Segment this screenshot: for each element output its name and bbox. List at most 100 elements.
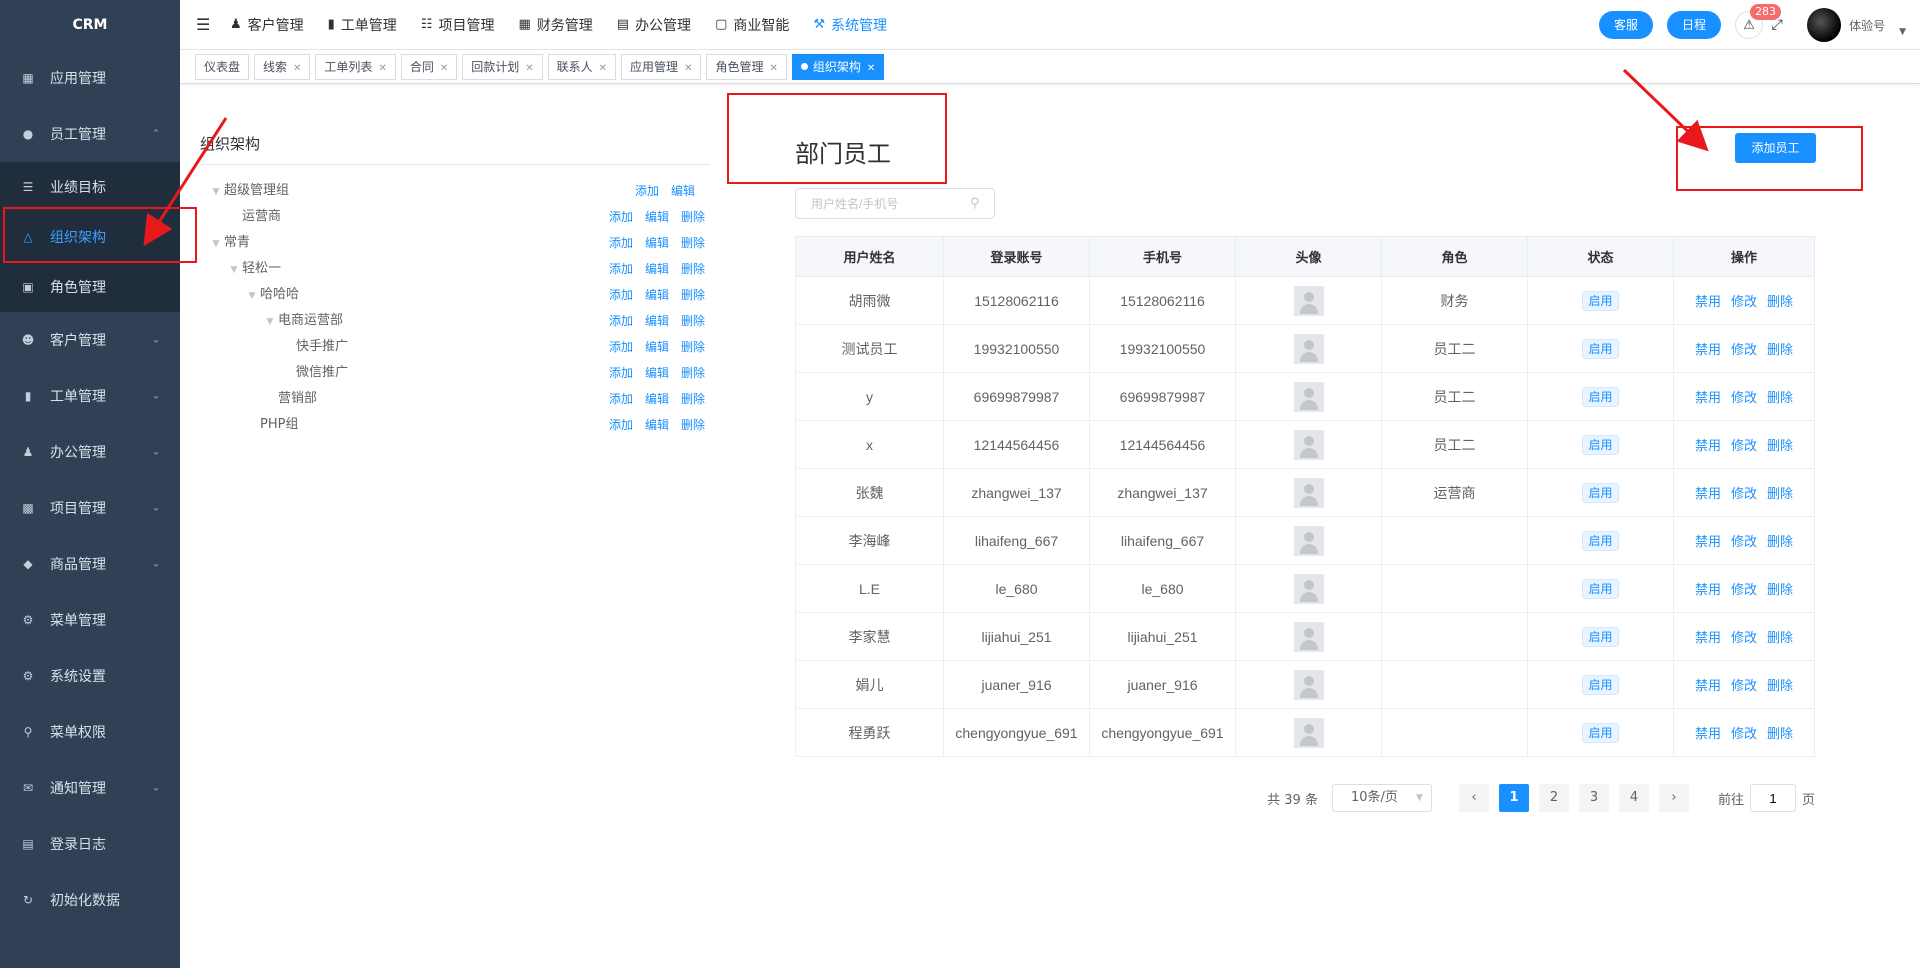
edit-link[interactable]: 修改 bbox=[1731, 390, 1757, 405]
caret-down-icon[interactable]: ▼ bbox=[262, 309, 278, 335]
disable-link[interactable]: 禁用 bbox=[1695, 390, 1721, 405]
tree-node[interactable]: ▼ 电商运营部 添加 编辑 删除 bbox=[200, 308, 705, 334]
edit-link[interactable]: 修改 bbox=[1731, 726, 1757, 741]
tree-add-link[interactable]: 添加 bbox=[609, 366, 633, 380]
topnav-bi[interactable]: ▢ 商业智能 bbox=[715, 15, 789, 35]
sidebar-item-menus[interactable]: ⚙ 菜单管理 bbox=[0, 592, 180, 648]
edit-link[interactable]: 修改 bbox=[1731, 582, 1757, 597]
edit-link[interactable]: 修改 bbox=[1731, 630, 1757, 645]
disable-link[interactable]: 禁用 bbox=[1695, 342, 1721, 357]
sidebar-item-workorders[interactable]: ▮ 工单管理 ⌄ bbox=[0, 368, 180, 424]
tag-payment-plan[interactable]: 回款计划 ✕ bbox=[462, 53, 543, 80]
tree-edit-link[interactable]: 编辑 bbox=[645, 392, 669, 406]
edit-link[interactable]: 修改 bbox=[1731, 534, 1757, 549]
topnav-workorders[interactable]: ▮ 工单管理 bbox=[328, 15, 397, 35]
edit-link[interactable]: 修改 bbox=[1731, 678, 1757, 693]
tree-delete-link[interactable]: 删除 bbox=[681, 262, 705, 276]
page-button[interactable]: 3 bbox=[1578, 784, 1609, 812]
close-icon[interactable]: ✕ bbox=[525, 63, 533, 74]
topnav-finance[interactable]: ▦ 财务管理 bbox=[518, 15, 592, 35]
close-icon[interactable]: ✕ bbox=[684, 63, 692, 74]
caret-down-icon[interactable]: ▼ bbox=[208, 231, 224, 257]
tree-edit-link[interactable]: 编辑 bbox=[645, 366, 669, 380]
edit-link[interactable]: 修改 bbox=[1731, 438, 1757, 453]
tree-delete-link[interactable]: 删除 bbox=[681, 288, 705, 302]
edit-link[interactable]: 修改 bbox=[1731, 294, 1757, 309]
tree-node[interactable]: 微信推广 添加 编辑 删除 bbox=[200, 360, 705, 386]
page-button[interactable]: 1 bbox=[1498, 784, 1529, 812]
disable-link[interactable]: 禁用 bbox=[1695, 534, 1721, 549]
tree-add-link[interactable]: 添加 bbox=[609, 314, 633, 328]
delete-link[interactable]: 删除 bbox=[1767, 582, 1793, 597]
tree-edit-link[interactable]: 编辑 bbox=[645, 314, 669, 328]
topnav-customers[interactable]: ♟ 客户管理 bbox=[230, 15, 304, 35]
edit-link[interactable]: 修改 bbox=[1731, 342, 1757, 357]
edit-link[interactable]: 修改 bbox=[1731, 486, 1757, 501]
disable-link[interactable]: 禁用 bbox=[1695, 678, 1721, 693]
sidebar-item-notices[interactable]: ✉ 通知管理 ⌄ bbox=[0, 760, 180, 816]
service-button[interactable]: 客服 bbox=[1599, 11, 1654, 39]
sidebar-item-apps[interactable]: ▦ 应用管理 bbox=[0, 50, 180, 106]
topnav-system[interactable]: ⚒ 系统管理 bbox=[813, 15, 887, 35]
tree-node[interactable]: PHP组 添加 编辑 删除 bbox=[200, 412, 705, 438]
delete-link[interactable]: 删除 bbox=[1767, 342, 1793, 357]
tag-leads[interactable]: 线索 ✕ bbox=[254, 53, 311, 80]
tree-edit-link[interactable]: 编辑 bbox=[645, 236, 669, 250]
tag-roles[interactable]: 角色管理 ✕ bbox=[706, 53, 787, 80]
tree-delete-link[interactable]: 删除 bbox=[681, 418, 705, 432]
delete-link[interactable]: 删除 bbox=[1767, 294, 1793, 309]
disable-link[interactable]: 禁用 bbox=[1695, 726, 1721, 741]
goto-page-input[interactable] bbox=[1749, 784, 1796, 812]
delete-link[interactable]: 删除 bbox=[1767, 630, 1793, 645]
sidebar-item-projects[interactable]: ▩ 项目管理 ⌄ bbox=[0, 480, 180, 536]
tree-edit-link[interactable]: 编辑 bbox=[671, 184, 695, 198]
tree-delete-link[interactable]: 删除 bbox=[681, 392, 705, 406]
tree-add-link[interactable]: 添加 bbox=[609, 392, 633, 406]
tree-delete-link[interactable]: 删除 bbox=[681, 236, 705, 250]
tag-org[interactable]: 组织架构 ✕ bbox=[791, 53, 885, 80]
bell-icon[interactable]: ⚠ 283 bbox=[1735, 4, 1782, 39]
tag-workorder-list[interactable]: 工单列表 ✕ bbox=[315, 53, 396, 80]
tree-edit-link[interactable]: 编辑 bbox=[645, 210, 669, 224]
tree-node[interactable]: 营销部 添加 编辑 删除 bbox=[200, 386, 705, 412]
sidebar-item-customers[interactable]: ☻ 客户管理 ⌄ bbox=[0, 312, 180, 368]
tree-edit-link[interactable]: 编辑 bbox=[645, 262, 669, 276]
tree-add-link[interactable]: 添加 bbox=[609, 288, 633, 302]
sidebar-item-office[interactable]: ♟ 办公管理 ⌄ bbox=[0, 424, 180, 480]
sidebar-item-permissions[interactable]: ⚲ 菜单权限 bbox=[0, 704, 180, 760]
tree-add-link[interactable]: 添加 bbox=[609, 340, 633, 354]
tree-node[interactable]: 运营商 添加 编辑 删除 bbox=[200, 204, 705, 230]
close-icon[interactable]: ✕ bbox=[599, 63, 607, 74]
page-button[interactable]: 4 bbox=[1618, 784, 1649, 812]
sidebar-item-login-log[interactable]: ▤ 登录日志 bbox=[0, 816, 180, 872]
tree-edit-link[interactable]: 编辑 bbox=[645, 340, 669, 354]
tree-add-link[interactable]: 添加 bbox=[609, 236, 633, 250]
delete-link[interactable]: 删除 bbox=[1767, 726, 1793, 741]
sidebar-item-init-data[interactable]: ↻ 初始化数据 bbox=[0, 872, 180, 928]
disable-link[interactable]: 禁用 bbox=[1695, 630, 1721, 645]
tree-delete-link[interactable]: 删除 bbox=[681, 314, 705, 328]
topnav-office[interactable]: ▤ 办公管理 bbox=[617, 15, 691, 35]
tree-edit-link[interactable]: 编辑 bbox=[645, 418, 669, 432]
disable-link[interactable]: 禁用 bbox=[1695, 486, 1721, 501]
sidebar-item-settings[interactable]: ⚙ 系统设置 bbox=[0, 648, 180, 704]
delete-link[interactable]: 删除 bbox=[1767, 678, 1793, 693]
page-size-select[interactable]: 10条/页 ▼ bbox=[1331, 784, 1432, 812]
sidebar-item-roles[interactable]: ▣ 角色管理 bbox=[0, 262, 180, 312]
delete-link[interactable]: 删除 bbox=[1767, 438, 1793, 453]
close-icon[interactable]: ✕ bbox=[293, 63, 301, 74]
close-icon[interactable]: ✕ bbox=[378, 63, 386, 74]
delete-link[interactable]: 删除 bbox=[1767, 390, 1793, 405]
tree-delete-link[interactable]: 删除 bbox=[681, 340, 705, 354]
topnav-projects[interactable]: ☷ 项目管理 bbox=[421, 15, 495, 35]
caret-down-icon[interactable]: ▼ bbox=[226, 257, 242, 283]
disable-link[interactable]: 禁用 bbox=[1695, 294, 1721, 309]
tag-apps[interactable]: 应用管理 ✕ bbox=[621, 53, 702, 80]
search-icon[interactable]: ⚲ bbox=[970, 196, 980, 211]
caret-down-icon[interactable]: ▼ bbox=[244, 283, 260, 309]
delete-link[interactable]: 删除 bbox=[1767, 486, 1793, 501]
schedule-button[interactable]: 日程 bbox=[1667, 11, 1722, 39]
hamburger-icon[interactable]: ☰ bbox=[196, 15, 216, 34]
close-icon[interactable]: ✕ bbox=[440, 63, 448, 74]
sidebar-item-targets[interactable]: ☰ 业绩目标 bbox=[0, 162, 180, 212]
